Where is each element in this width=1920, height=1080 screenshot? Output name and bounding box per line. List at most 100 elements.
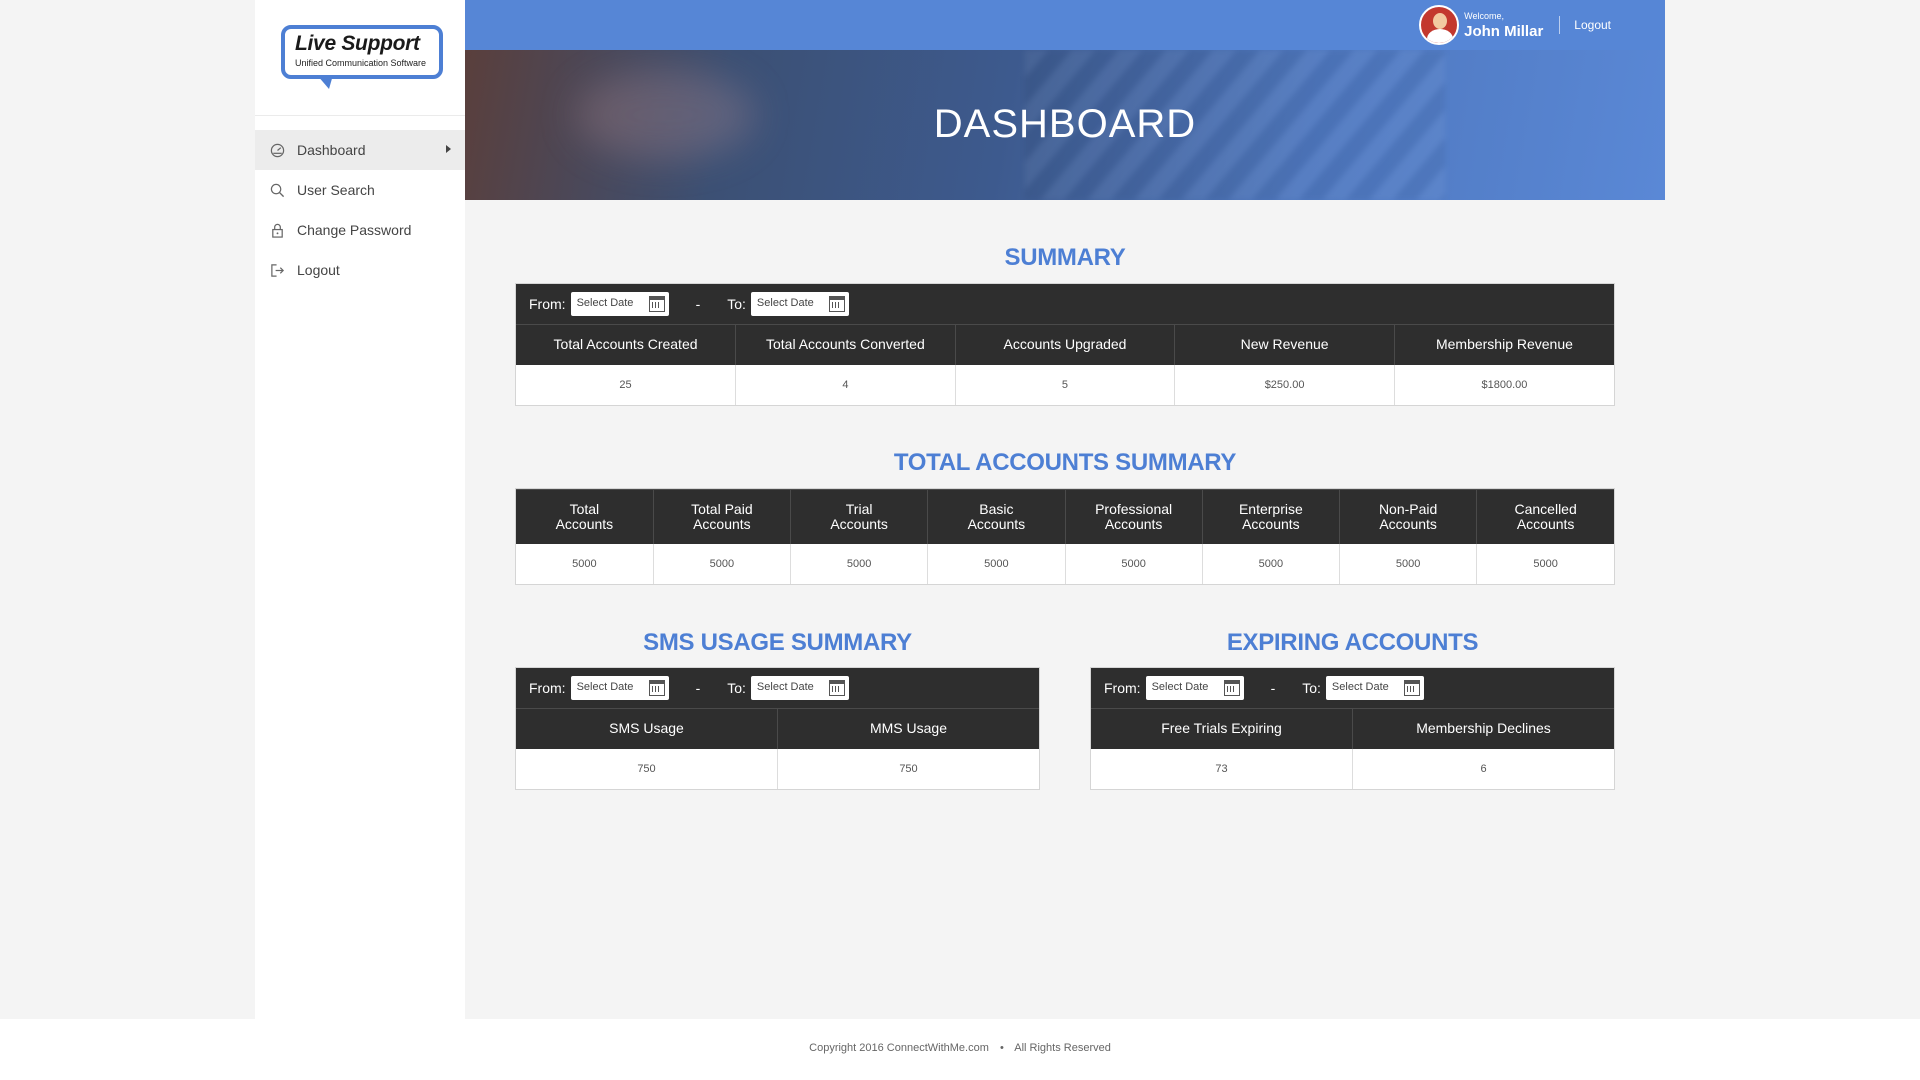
date-placeholder: Select Date: [756, 297, 814, 309]
expiring-accounts-title: EXPIRING ACCOUNTS: [1226, 629, 1479, 656]
sidebar-item-dashboard[interactable]: Dashboard: [255, 130, 465, 170]
from-label: From:: [529, 680, 566, 696]
column-header: SMS Usage: [516, 708, 778, 749]
table-row: 73 6: [1091, 748, 1614, 789]
calendar-icon[interactable]: [648, 680, 665, 696]
column-header: Non-Paid Accounts: [1338, 489, 1477, 544]
table-header-row: Total Accounts Created Total Accounts Co…: [516, 324, 1614, 365]
table-cell: $1800.00: [1393, 364, 1614, 405]
column-header: MMS Usage: [777, 708, 1039, 749]
divider: [1559, 16, 1561, 34]
summary-date-filter: From: Select Date - To: Select Date: [516, 284, 1614, 324]
date-placeholder: Select Date: [576, 297, 634, 309]
footer: Copyright 2016 ConnectWithMe.com • All R…: [0, 1019, 1920, 1080]
table-row: 5000 5000 5000 5000 5000 5000 5000 5000: [516, 543, 1614, 584]
from-label: From:: [529, 296, 566, 312]
from-label: From:: [1104, 680, 1141, 696]
sidebar-item-label: Change Password: [297, 222, 412, 238]
table-cell: 5000: [789, 543, 928, 584]
column-header: Membership Declines: [1352, 708, 1614, 749]
sidebar-item-user-search[interactable]: User Search: [255, 170, 465, 210]
page-title: DASHBOARD: [933, 102, 1197, 146]
column-header: Total Accounts: [516, 489, 654, 544]
to-date-input[interactable]: Select Date: [1325, 676, 1424, 700]
logout-icon: [269, 262, 285, 278]
column-header: Basic Accounts: [927, 489, 1065, 544]
dashboard-icon: [269, 142, 285, 158]
sidebar-item-label: User Search: [297, 182, 375, 198]
table-cell: 5000: [927, 543, 1065, 584]
sidebar-item-label: Dashboard: [297, 142, 366, 158]
table-header-row: SMS Usage MMS Usage: [516, 708, 1039, 749]
table-cell: 5000: [1476, 543, 1614, 584]
column-header: Accounts Upgraded: [954, 324, 1175, 365]
from-date-input[interactable]: Select Date: [570, 676, 669, 700]
to-label: To:: [727, 296, 746, 312]
footer-separator-dot: •: [999, 1042, 1004, 1054]
user-name[interactable]: John Millar: [1464, 24, 1543, 39]
date-separator: -: [695, 296, 701, 312]
from-date-input[interactable]: Select Date: [570, 292, 669, 316]
expiring-date-filter: From: Select Date - To: Select Date: [1091, 668, 1614, 708]
summary-title: SUMMARY: [1004, 244, 1126, 271]
to-date-input[interactable]: Select Date: [750, 292, 849, 316]
table-cell: 5000: [652, 543, 791, 584]
sidebar-nav: Dashboard User Search Change Password Lo…: [255, 130, 465, 290]
column-header: Trial Accounts: [789, 489, 928, 544]
total-accounts-title: TOTAL ACCOUNTS SUMMARY: [893, 449, 1237, 476]
date-placeholder: Select Date: [756, 681, 814, 693]
column-header: Free Trials Expiring: [1091, 708, 1353, 749]
logo[interactable]: Live Support Unified Communication Softw…: [255, 0, 465, 116]
to-date-input[interactable]: Select Date: [750, 676, 849, 700]
welcome-text: Welcome,: [1464, 10, 1504, 21]
sidebar-item-change-password[interactable]: Change Password: [255, 210, 465, 250]
table-cell: 5000: [1201, 543, 1340, 584]
table-cell: 6: [1352, 748, 1614, 789]
logout-link[interactable]: Logout: [1574, 18, 1611, 32]
calendar-icon[interactable]: [1403, 680, 1420, 696]
date-placeholder: Select Date: [1151, 681, 1209, 693]
column-header: Professional Accounts: [1064, 489, 1203, 544]
welcome-block: Welcome, John Millar: [1464, 10, 1543, 39]
copyright-text: Copyright 2016 ConnectWithMe.com: [809, 1042, 989, 1054]
column-header: Cancelled Accounts: [1476, 489, 1614, 544]
table-cell: 750: [777, 748, 1039, 789]
to-label: To:: [727, 680, 746, 696]
sidebar-item-label: Logout: [297, 262, 340, 278]
sms-usage-table: SMS Usage MMS Usage 750 750: [516, 708, 1039, 789]
total-accounts-table: Total Accounts Total Paid Accounts Trial Ac…: [516, 489, 1614, 584]
calendar-icon[interactable]: [828, 296, 845, 312]
table-cell: 5: [954, 364, 1175, 405]
calendar-icon[interactable]: [648, 296, 665, 312]
table-cell: 750: [637, 762, 656, 775]
sidebar: Live Support Unified Communication Softw…: [255, 0, 465, 1019]
expiring-accounts-table: Free Trials Expiring Membership Declines…: [1091, 708, 1614, 789]
main-content: Welcome, John Millar Logout DASHBOARD SU…: [465, 0, 1665, 1019]
summary-panel: From: Select Date - To: Select Date Tota…: [515, 283, 1615, 406]
column-header: New Revenue: [1174, 324, 1395, 365]
app-shell: Live Support Unified Communication Softw…: [255, 0, 1665, 1019]
calendar-icon[interactable]: [828, 680, 845, 696]
table-cell: 4: [735, 364, 956, 405]
avatar[interactable]: [1419, 5, 1460, 45]
sms-usage-panel: From: Select Date - To: Select Date SMS …: [515, 667, 1040, 790]
expiring-accounts-panel: From: Select Date - To: Select Date Free…: [1090, 667, 1615, 790]
table-row: 750 750: [516, 748, 1039, 789]
date-separator: -: [695, 680, 701, 696]
column-header: Enterprise Accounts: [1201, 489, 1340, 544]
table-cell: 73: [1215, 762, 1228, 775]
hero-banner: DASHBOARD: [465, 50, 1665, 200]
table-header-row: Free Trials Expiring Membership Declines: [1091, 708, 1614, 749]
logo-bubble: Live Support Unified Communication Softw…: [281, 25, 443, 79]
logo-title: Live Support: [295, 32, 420, 55]
to-label: To:: [1302, 680, 1321, 696]
logo-bubble-tail: [317, 75, 333, 89]
sidebar-item-logout[interactable]: Logout: [255, 250, 465, 290]
date-separator: -: [1270, 680, 1276, 696]
lock-icon: [269, 222, 285, 238]
total-accounts-panel: Total Accounts Total Paid Accounts Trial Ac…: [515, 488, 1615, 585]
column-header: Total Accounts Created: [516, 324, 736, 365]
from-date-input[interactable]: Select Date: [1145, 676, 1244, 700]
calendar-icon[interactable]: [1223, 680, 1240, 696]
sms-usage-title: SMS USAGE SUMMARY: [643, 629, 912, 656]
